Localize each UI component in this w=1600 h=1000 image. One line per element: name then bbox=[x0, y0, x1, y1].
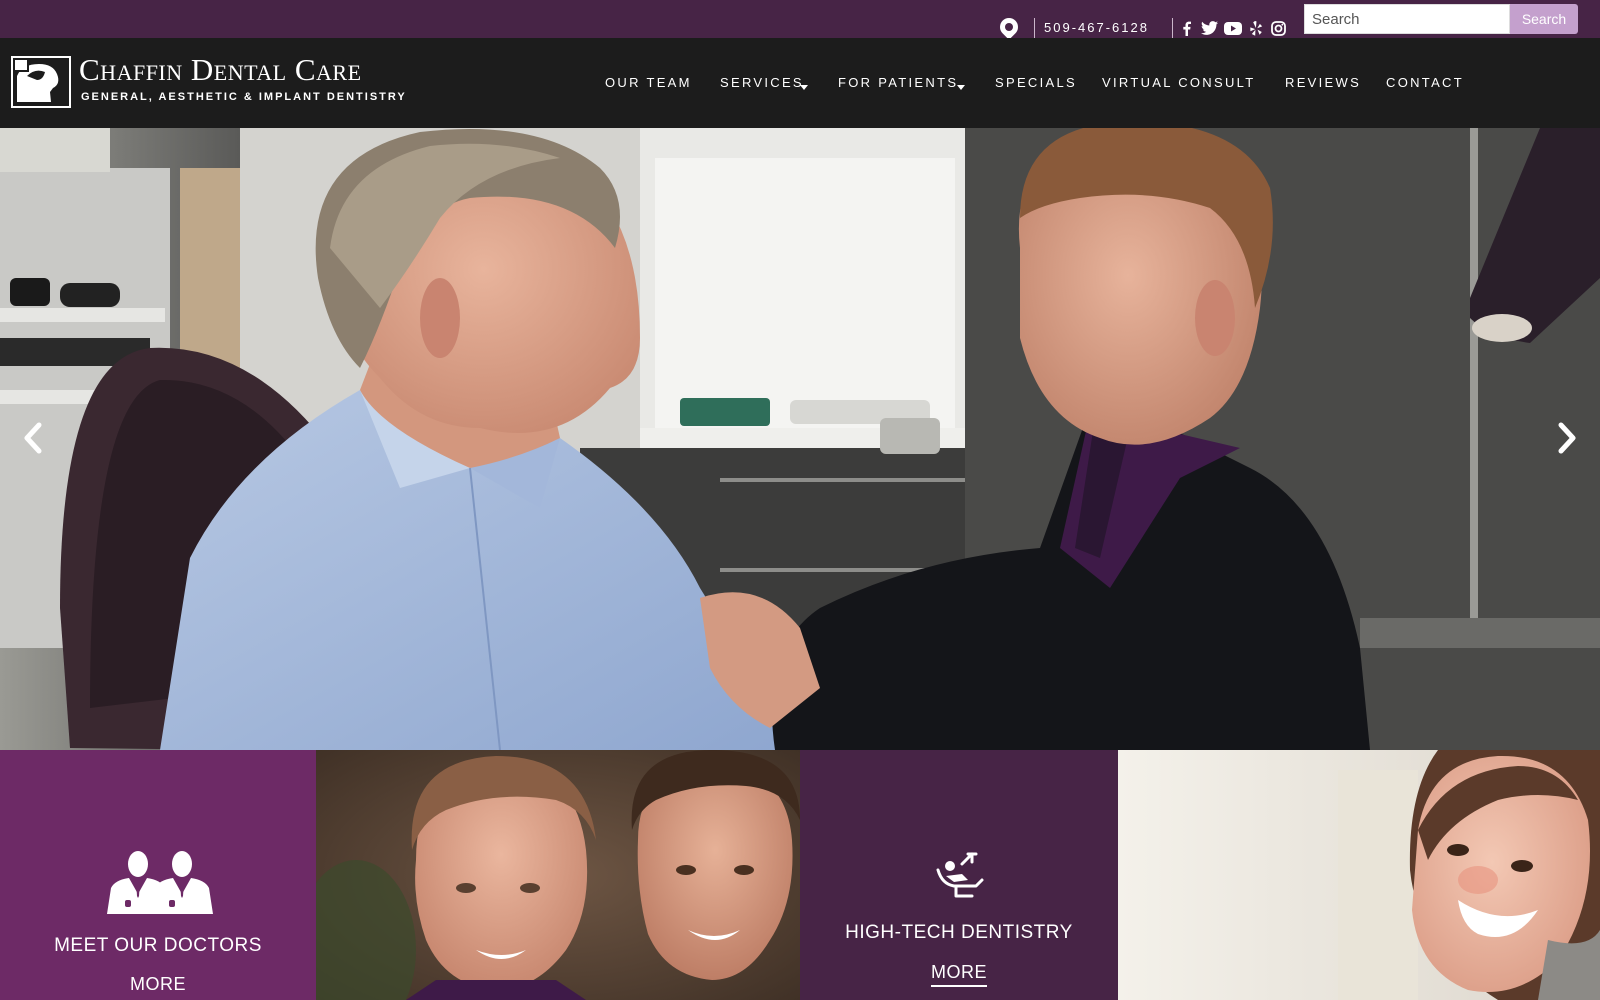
logo-icon[interactable] bbox=[11, 56, 71, 108]
tile-title: HIGH-TECH DENTISTRY bbox=[845, 922, 1073, 943]
chevron-right-icon[interactable] bbox=[1552, 418, 1584, 458]
hero-slider bbox=[0, 128, 1600, 750]
high-tech-dentistry-tile[interactable]: HIGH-TECH DENTISTRY MORE bbox=[800, 750, 1118, 1000]
chevron-left-icon[interactable] bbox=[16, 418, 48, 458]
top-utility-bar: 509-467-6128 Search bbox=[0, 0, 1600, 40]
divider bbox=[1172, 18, 1173, 38]
tile-title: MEET OUR DOCTORS bbox=[54, 935, 262, 956]
dental-chair-icon bbox=[932, 850, 988, 900]
chevron-down-icon[interactable] bbox=[957, 85, 965, 90]
hero-image bbox=[0, 128, 1600, 750]
chevron-down-icon[interactable] bbox=[800, 85, 808, 90]
nav-contact[interactable]: CONTACT bbox=[1386, 75, 1464, 91]
twitter-icon[interactable] bbox=[1200, 20, 1218, 36]
site-header: Chaffin Dental Care GENERAL, AESTHETIC &… bbox=[0, 38, 1600, 128]
search-input[interactable] bbox=[1304, 4, 1510, 34]
more-link-label[interactable]: MORE bbox=[130, 974, 186, 997]
search-button[interactable]: Search bbox=[1510, 4, 1578, 34]
nav-reviews[interactable]: REVIEWS bbox=[1285, 75, 1361, 91]
map-pin-icon[interactable] bbox=[996, 14, 1022, 40]
patient-photo bbox=[1118, 750, 1600, 1000]
nav-specials[interactable]: SPECIALS bbox=[995, 75, 1077, 91]
brand-name[interactable]: Chaffin Dental Care bbox=[79, 52, 362, 88]
more-link-label[interactable]: MORE bbox=[931, 962, 987, 987]
brand-tagline: GENERAL, AESTHETIC & IMPLANT DENTISTRY bbox=[81, 91, 407, 103]
more-link[interactable]: MORE bbox=[800, 962, 1118, 987]
nav-virtual-consult[interactable]: VIRTUAL CONSULT bbox=[1102, 75, 1255, 91]
more-link[interactable]: MORE bbox=[0, 974, 316, 997]
facebook-icon[interactable] bbox=[1180, 20, 1192, 36]
meet-our-doctors-tile[interactable]: MEET OUR DOCTORS MORE bbox=[0, 750, 316, 1000]
doctors-icon bbox=[105, 850, 215, 914]
nav-for-patients[interactable]: FOR PATIENTS bbox=[838, 75, 958, 91]
youtube-icon[interactable] bbox=[1224, 20, 1242, 36]
instagram-icon[interactable] bbox=[1270, 20, 1286, 36]
phone-number[interactable]: 509-467-6128 bbox=[1044, 20, 1149, 35]
nav-our-team[interactable]: OUR TEAM bbox=[605, 75, 692, 91]
doctors-photo bbox=[316, 750, 800, 1000]
nav-services[interactable]: SERVICES bbox=[720, 75, 804, 91]
yelp-icon[interactable] bbox=[1248, 20, 1264, 36]
divider bbox=[1034, 18, 1035, 38]
